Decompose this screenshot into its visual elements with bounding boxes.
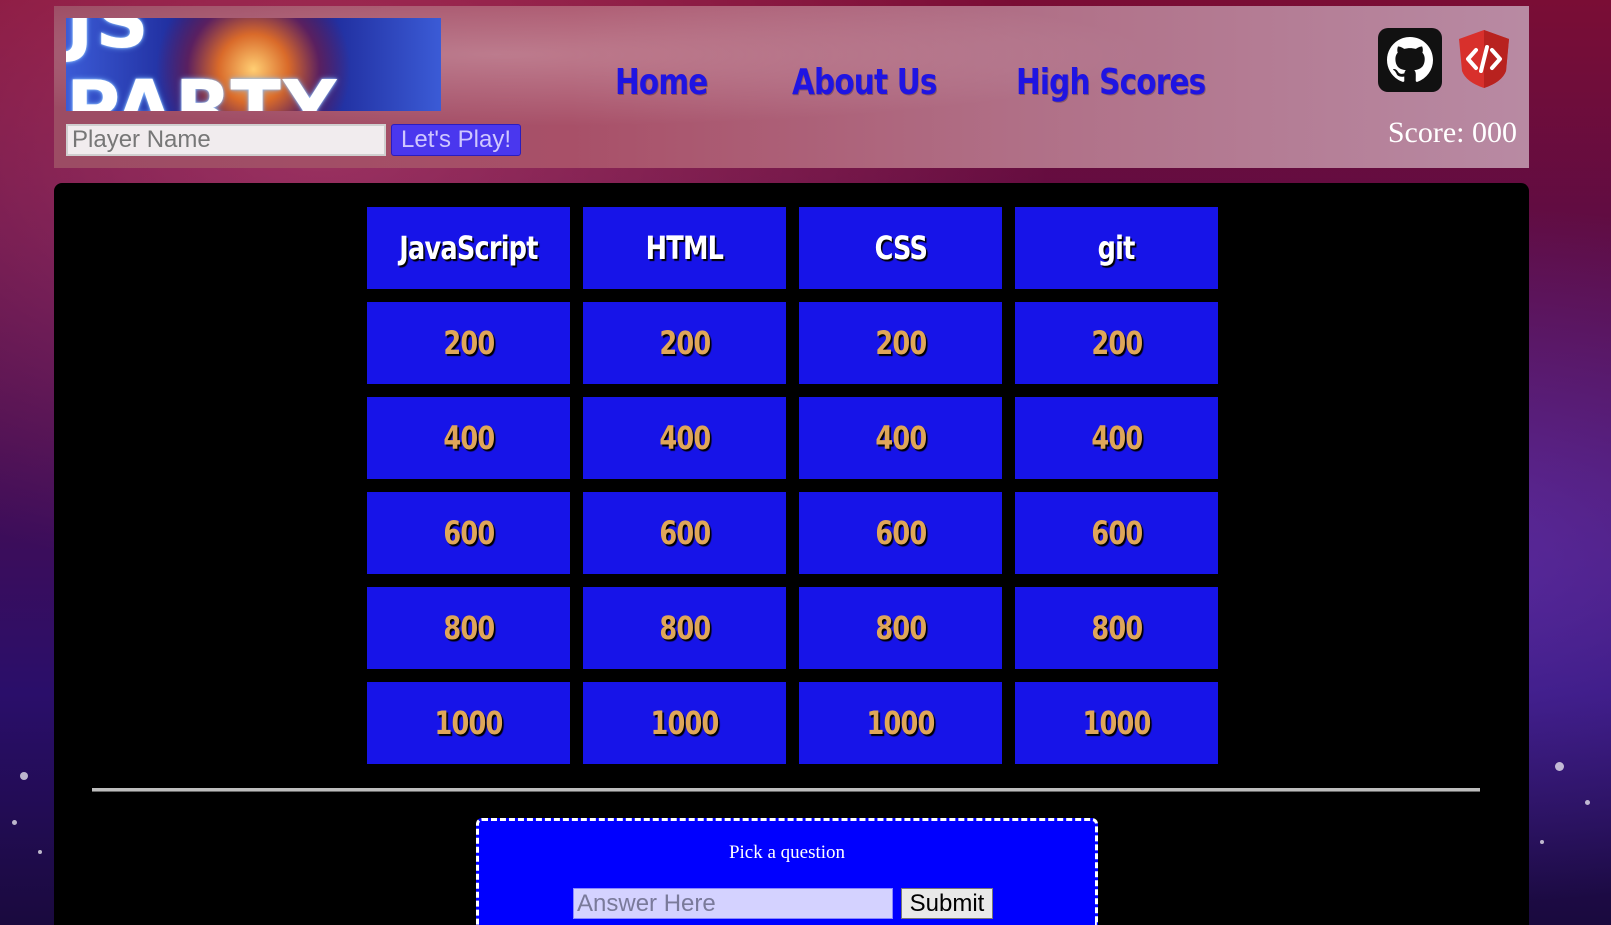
- question-tile[interactable]: 200: [583, 302, 786, 384]
- background-sparkle: [12, 820, 17, 825]
- tile-value: 600: [1090, 514, 1143, 552]
- tile-value: 200: [658, 324, 711, 362]
- tile-value: 800: [658, 609, 711, 647]
- question-tile[interactable]: 800: [1015, 587, 1218, 669]
- question-tile[interactable]: 600: [1015, 492, 1218, 574]
- nav-home[interactable]: Home: [615, 62, 708, 103]
- question-tile[interactable]: 800: [799, 587, 1002, 669]
- tile-value: 1000: [434, 704, 503, 742]
- question-tile[interactable]: 400: [583, 397, 786, 479]
- tile-value: 200: [874, 324, 927, 362]
- question-tile[interactable]: 200: [1015, 302, 1218, 384]
- question-tile[interactable]: 600: [799, 492, 1002, 574]
- logo-text: JS PARTY: [66, 18, 339, 111]
- code-shield-icon[interactable]: [1457, 28, 1511, 90]
- tile-value: 1000: [650, 704, 719, 742]
- tile-value: 600: [442, 514, 495, 552]
- nav-high-scores[interactable]: High Scores: [1016, 62, 1206, 103]
- category-header: git: [1015, 207, 1218, 289]
- background-sparkle: [1555, 762, 1564, 771]
- tile-value: 800: [1090, 609, 1143, 647]
- nav-about-us[interactable]: About Us: [792, 62, 937, 103]
- question-tile[interactable]: 1000: [799, 682, 1002, 764]
- score-display: Score: 000: [1387, 116, 1517, 149]
- category-label: CSS: [874, 229, 927, 267]
- tile-value: 600: [658, 514, 711, 552]
- background-sparkle: [38, 850, 42, 854]
- code-shield-glyph: [1459, 30, 1509, 88]
- background-sparkle: [1585, 800, 1590, 805]
- github-octocat-glyph: [1387, 37, 1433, 82]
- tile-value: 800: [442, 609, 495, 647]
- category-header: CSS: [799, 207, 1002, 289]
- question-tile[interactable]: 200: [367, 302, 570, 384]
- answer-input[interactable]: [573, 888, 893, 919]
- question-tile[interactable]: 1000: [367, 682, 570, 764]
- question-tile[interactable]: 1000: [1015, 682, 1218, 764]
- tile-value: 1000: [866, 704, 935, 742]
- category-label: JavaScript: [399, 229, 538, 267]
- tile-value: 400: [442, 419, 495, 457]
- tile-value: 1000: [1082, 704, 1151, 742]
- question-tile[interactable]: 400: [1015, 397, 1218, 479]
- game-board-panel: JavaScript HTML CSS git 200 200 200 200 …: [54, 183, 1529, 925]
- lets-play-button[interactable]: Let's Play!: [391, 124, 521, 156]
- category-header: HTML: [583, 207, 786, 289]
- question-tile[interactable]: 800: [583, 587, 786, 669]
- question-tile[interactable]: 400: [367, 397, 570, 479]
- submit-button[interactable]: Submit: [901, 888, 993, 919]
- question-tile[interactable]: 400: [799, 397, 1002, 479]
- background-sparkle: [1540, 840, 1544, 844]
- tile-value: 200: [1090, 324, 1143, 362]
- jeopardy-board: JavaScript HTML CSS git 200 200 200 200 …: [367, 207, 1218, 764]
- tile-value: 400: [1090, 419, 1143, 457]
- divider: [92, 788, 1480, 791]
- tile-value: 800: [874, 609, 927, 647]
- question-tile[interactable]: 600: [367, 492, 570, 574]
- category-label: git: [1098, 229, 1136, 267]
- question-tile[interactable]: 200: [799, 302, 1002, 384]
- tile-value: 400: [658, 419, 711, 457]
- github-icon[interactable]: [1378, 28, 1442, 92]
- question-tile[interactable]: 800: [367, 587, 570, 669]
- tile-value: 200: [442, 324, 495, 362]
- logo: JS PARTY: [66, 18, 441, 111]
- answer-panel: Pick a question Submit: [476, 818, 1098, 925]
- question-tile[interactable]: 1000: [583, 682, 786, 764]
- question-prompt: Pick a question: [728, 842, 846, 863]
- category-header: JavaScript: [367, 207, 570, 289]
- tile-value: 600: [874, 514, 927, 552]
- player-name-input[interactable]: [66, 124, 386, 156]
- background-sparkle: [20, 772, 28, 780]
- question-tile[interactable]: 600: [583, 492, 786, 574]
- tile-value: 400: [874, 419, 927, 457]
- header: JS PARTY Let's Play! Home About Us High …: [54, 6, 1529, 168]
- category-label: HTML: [645, 229, 724, 267]
